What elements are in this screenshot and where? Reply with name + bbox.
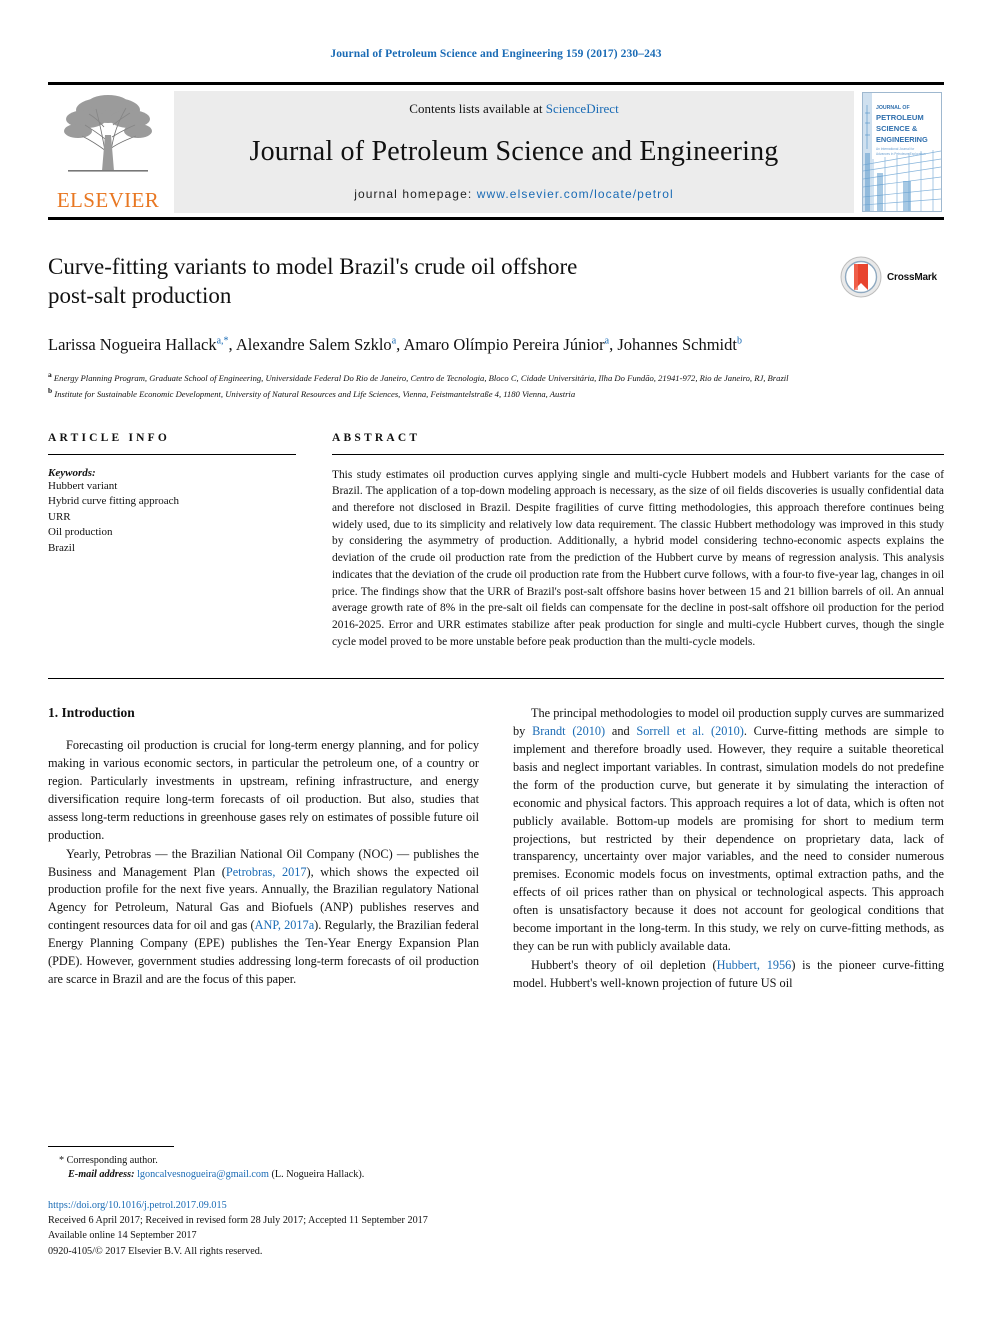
paragraph: The principal methodologies to model oil… bbox=[513, 706, 945, 953]
citation-link[interactable]: Petrobras, 2017 bbox=[226, 865, 307, 879]
body-columns: 1. Introduction Forecasting oil producti… bbox=[48, 705, 944, 993]
running-head: Journal of Petroleum Science and Enginee… bbox=[330, 48, 662, 60]
paragraph: Hubbert's theory of oil depletion (Hubbe… bbox=[513, 957, 944, 990]
paper-page: Journal of Petroleum Science and Enginee… bbox=[0, 0, 992, 1323]
article-title-block: CrossMark Curve-fitting variants to mode… bbox=[48, 252, 944, 402]
body-column-left: 1. Introduction Forecasting oil producti… bbox=[48, 705, 479, 993]
abstract-heading: ABSTRACT bbox=[332, 431, 421, 444]
affiliation-b-text: Institute for Sustainable Economic Devel… bbox=[54, 389, 576, 400]
author-list: Larissa Nogueira Hallacka,*, Alexandre S… bbox=[48, 334, 742, 354]
email-suffix: (L. Nogueira Hallack). bbox=[271, 1169, 365, 1181]
page-title: Curve-fitting variants to model Brazil's… bbox=[48, 252, 748, 311]
journal-cover-column: JOURNAL OF PETROLEUM SCIENCE & ENGINEERI… bbox=[862, 91, 944, 213]
page-footer: * Corresponding author. E-mail address: … bbox=[48, 1145, 479, 1259]
affiliation-a-text: Energy Planning Program, Graduate School… bbox=[53, 373, 789, 384]
email-label: E-mail address: bbox=[68, 1169, 135, 1181]
affiliations: a Energy Planning Program, Graduate Scho… bbox=[48, 369, 944, 401]
citation-link[interactable]: Hubbert, 1956 bbox=[717, 958, 792, 972]
elsevier-tree-icon bbox=[58, 91, 158, 177]
affiliation-a-marker: a bbox=[48, 370, 52, 380]
info-abstract-section: ARTICLE INFO Keywords: Hubbert variant Hy… bbox=[48, 432, 944, 651]
citation-link[interactable]: Brandt (2010) bbox=[532, 724, 605, 738]
body-column-right: The principal methodologies to model oil… bbox=[513, 705, 944, 993]
article-info-column: ARTICLE INFO Keywords: Hubbert variant Hy… bbox=[48, 432, 296, 651]
received-dates: Received 6 April 2017; Received in revis… bbox=[48, 1215, 428, 1227]
article-info-heading: ARTICLE INFO bbox=[48, 431, 171, 444]
crossmark-icon bbox=[840, 256, 882, 298]
doi-link[interactable]: https://doi.org/10.1016/j.petrol.2017.09… bbox=[48, 1200, 227, 1211]
svg-text:JOURNAL OF: JOURNAL OF bbox=[876, 105, 910, 111]
copyright-line: 0920-4105/© 2017 Elsevier B.V. All right… bbox=[48, 1245, 263, 1257]
svg-text:ENGINEERING: ENGINEERING bbox=[876, 135, 928, 144]
corresponding-text: Corresponding author. bbox=[66, 1154, 158, 1166]
crossmark-badge[interactable]: CrossMark bbox=[840, 254, 944, 300]
affiliation-a: a Energy Planning Program, Graduate Scho… bbox=[48, 369, 944, 385]
article-title-line2: post-salt production bbox=[48, 283, 232, 309]
section-title-introduction: 1. Introduction bbox=[48, 705, 135, 721]
contents-list-line: Contents lists available at ScienceDirec… bbox=[409, 101, 618, 117]
footnote-rule bbox=[48, 1145, 174, 1147]
keyword-item: Hybrid curve fitting approach bbox=[48, 495, 180, 508]
available-online-date: Available online 14 September 2017 bbox=[48, 1230, 197, 1242]
contents-prefix: Contents lists available at bbox=[409, 101, 546, 116]
paragraph: Forecasting oil production is crucial fo… bbox=[48, 738, 479, 842]
citation-link[interactable]: Sorrell et al. (2010) bbox=[636, 724, 743, 738]
journal-masthead: ELSEVIER Contents lists available at Sci… bbox=[48, 82, 944, 220]
corresponding-author-note: * Corresponding author. bbox=[48, 1154, 479, 1168]
article-title-line1: Curve-fitting variants to model Brazil's… bbox=[48, 254, 578, 279]
body-separator-rule bbox=[48, 678, 944, 680]
svg-text:An International Journal for: An International Journal for bbox=[876, 147, 915, 151]
publication-metadata: https://doi.org/10.1016/j.petrol.2017.09… bbox=[48, 1198, 479, 1259]
keyword-item: Hubbert variant bbox=[48, 479, 118, 492]
citation-link[interactable]: ANP, 2017a bbox=[255, 918, 315, 932]
corresponding-marker: * bbox=[59, 1154, 65, 1166]
sciencedirect-link[interactable]: ScienceDirect bbox=[546, 101, 619, 116]
masthead-bottom-rule bbox=[48, 217, 944, 220]
homepage-prefix: journal homepage: bbox=[354, 187, 477, 201]
paragraph: Yearly, Petrobras — the Brazilian Nation… bbox=[48, 846, 480, 986]
abstract-column: ABSTRACT This study estimates oil produc… bbox=[332, 432, 944, 651]
journal-homepage-link[interactable]: www.elsevier.com/locate/petrol bbox=[477, 187, 674, 201]
svg-text:PETROLEUM: PETROLEUM bbox=[876, 113, 924, 122]
journal-homepage-line: journal homepage: www.elsevier.com/locat… bbox=[354, 187, 674, 201]
abstract-text: This study estimates oil production curv… bbox=[332, 468, 944, 648]
article-info-rule bbox=[48, 453, 296, 455]
abstract-rule bbox=[332, 453, 944, 455]
keywords-list: Hubbert variant Hybrid curve fitting appr… bbox=[48, 479, 296, 557]
elsevier-wordmark: ELSEVIER bbox=[56, 188, 160, 212]
email-note: E-mail address: lgoncalvesnogueira@gmail… bbox=[48, 1168, 479, 1182]
author-email-link[interactable]: lgoncalvesnogueira@gmail.com bbox=[137, 1169, 269, 1180]
crossmark-label: CrossMark bbox=[887, 271, 937, 283]
keywords-label: Keywords: bbox=[48, 466, 96, 479]
journal-cover-thumbnail: JOURNAL OF PETROLEUM SCIENCE & ENGINEERI… bbox=[862, 92, 942, 212]
keyword-item: Oil production bbox=[48, 526, 113, 539]
affiliation-b: b Institute for Sustainable Economic Dev… bbox=[48, 385, 944, 401]
keyword-item: Brazil bbox=[48, 542, 75, 555]
keyword-item: URR bbox=[48, 510, 71, 523]
svg-text:SCIENCE &: SCIENCE & bbox=[876, 124, 918, 133]
masthead-center-band: Contents lists available at ScienceDirec… bbox=[174, 91, 854, 213]
affiliation-b-marker: b bbox=[48, 386, 53, 396]
elsevier-branding: ELSEVIER bbox=[48, 91, 168, 213]
journal-title: Journal of Petroleum Science and Enginee… bbox=[249, 136, 779, 167]
